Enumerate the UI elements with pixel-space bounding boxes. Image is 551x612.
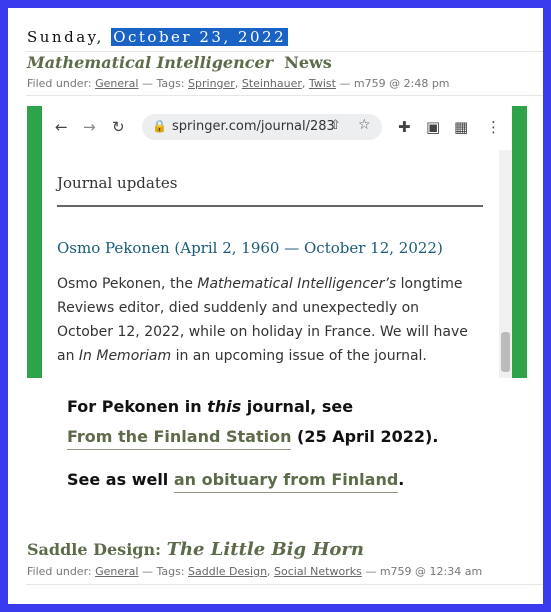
post-title-2[interactable]: Saddle Design: The Little Big Horn [27,539,364,560]
blog-page: Sunday, October 23, 2022 Mathematical In… [8,8,543,604]
scrollbar[interactable] [499,150,512,378]
forward-arrow-icon[interactable]: → [83,118,96,136]
browser-window: ← → ↻ 🔒 springer.com/journal/283 ⇧ ☆ ✚ ▣… [42,106,512,378]
address-bar[interactable]: 🔒 springer.com/journal/283 ⇧ ☆ [142,114,382,140]
scrollbar-thumb[interactable] [501,332,510,372]
post-title-italic[interactable]: The Little Big Horn [167,539,364,560]
note-text: . [398,470,405,489]
date-divider [26,51,543,52]
back-arrow-icon[interactable]: ← [55,118,68,136]
note-text: journal, see [241,397,354,416]
reload-icon[interactable]: ↻ [112,118,125,136]
tag-link[interactable]: Steinhauer [242,77,302,90]
more-icon[interactable]: ⋮ [486,118,501,136]
byline: — m759 @ 12:34 am [365,565,483,578]
category-link[interactable]: General [95,77,138,90]
tag-link[interactable]: Social Networks [274,565,362,578]
post-date: Sunday, October 23, 2022 [27,28,289,46]
obituary-link[interactable]: an obituary from Finland [173,470,399,493]
sidebar-icon[interactable]: ▣ [426,118,440,136]
date-highlighted[interactable]: October 23, 2022 [111,28,289,46]
memoriam-text: In Memoriam [78,348,172,364]
meta-divider [26,584,543,585]
post-title-italic[interactable]: Mathematical Intelligencer [27,53,273,72]
note-text: For Pekonen in [67,397,208,416]
filed-label: Filed under: [27,565,92,578]
post-title[interactable]: Mathematical Intelligencer News [27,53,332,72]
byline: — m759 @ 2:48 pm [339,77,450,90]
lock-icon[interactable]: 🔒 [152,119,167,133]
share-icon[interactable]: ⇧ [330,118,341,133]
date-day: Sunday, [27,28,104,46]
note-line-3: See as well an obituary from Finland. [67,470,405,493]
url-text[interactable]: springer.com/journal/283 [172,119,335,134]
category-link[interactable]: General [95,565,138,578]
tags-label: — Tags: [141,565,185,578]
section-divider [57,205,483,207]
note-line-2: From the Finland Station (25 April 2022)… [67,427,439,450]
tags-label: — Tags: [141,77,185,90]
post-title-rest[interactable]: News [284,53,332,72]
tag-link[interactable]: Saddle Design [188,565,267,578]
obituary-title[interactable]: Osmo Pekonen (April 2, 1960 — October 12… [57,239,443,257]
post-meta-2: Filed under: General — Tags: Saddle Desi… [27,565,483,578]
extension-grid-icon[interactable]: ▦ [454,118,468,136]
extensions-icon[interactable]: ✚ [398,118,411,136]
finland-station-link[interactable]: From the Finland Station [67,427,292,450]
note-line-1: For Pekonen in this journal, see [67,397,353,416]
embedded-screenshot: ← → ↻ 🔒 springer.com/journal/283 ⇧ ☆ ✚ ▣… [27,106,527,378]
note-text: See as well [67,470,174,489]
note-text: (25 April 2022). [291,427,439,446]
star-icon[interactable]: ☆ [358,117,371,133]
journal-name: Mathematical Intelligencer’s [197,276,397,292]
meta-divider [26,95,543,96]
filed-label: Filed under: [27,77,92,90]
page-content: Journal updates Osmo Pekonen (April 2, 1… [57,150,497,378]
obituary-text: Osmo Pekonen, the Mathematical Intellige… [57,272,477,368]
post-meta: Filed under: General — Tags: Springer, S… [27,77,450,90]
post-title-plain[interactable]: Saddle Design: [27,540,161,559]
section-heading: Journal updates [57,174,178,192]
tag-link[interactable]: Twist [309,77,336,90]
tag-link[interactable]: Springer [188,77,235,90]
browser-toolbar: ← → ↻ 🔒 springer.com/journal/283 ⇧ ☆ ✚ ▣… [42,106,512,150]
body-text: in an upcoming issue of the journal. [171,348,427,364]
body-text: Osmo Pekonen, the [57,276,198,292]
note-emphasis: this [207,397,242,416]
